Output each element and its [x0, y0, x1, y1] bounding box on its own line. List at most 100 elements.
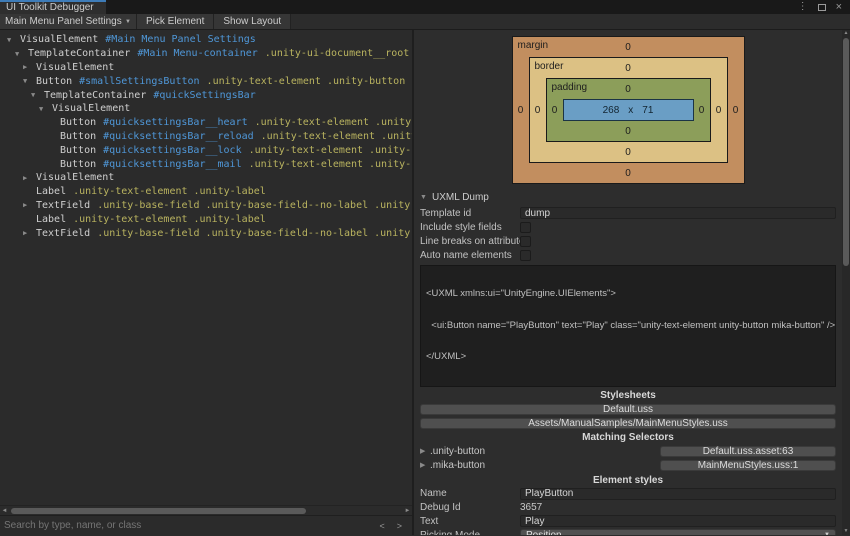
tree-row[interactable]: Button #quicksettingsBar__reload .unity-… — [0, 130, 412, 144]
margin-label: margin — [518, 40, 549, 51]
auto-name-checkbox[interactable] — [520, 250, 531, 261]
titlebar: UI Toolkit Debugger ⋮ × — [0, 0, 850, 14]
foldout-arrow-icon[interactable]: ▶ — [21, 63, 36, 71]
margin-bottom-value: 0 — [513, 163, 744, 183]
tree-row[interactable]: ▶ VisualElement — [0, 61, 412, 75]
debug-id-label: Debug Id — [420, 502, 520, 513]
tree-element-name: #smallSettingsButton — [79, 76, 199, 87]
tree-row[interactable]: ▼ Button #smallSettingsButton .unity-tex… — [0, 74, 412, 88]
border-right-value: 0 — [711, 78, 727, 142]
foldout-arrow-icon[interactable]: ▶ — [21, 201, 36, 209]
hscroll-thumb[interactable] — [11, 508, 306, 514]
tree-element-classes: .unity-text-element .unity-button .quick… — [207, 76, 412, 87]
line-breaks-checkbox[interactable] — [520, 236, 531, 247]
show-layout-button[interactable]: Show Layout — [214, 14, 291, 29]
scroll-up-icon[interactable]: ▲ — [842, 30, 850, 36]
tree-row[interactable]: Button #quicksettingsBar__mail .unity-te… — [0, 157, 412, 171]
tree-element-classes: .unity-text-element .unity-button — [261, 131, 412, 142]
selector-source-button[interactable]: Default.uss.asset:63 — [660, 446, 836, 457]
tree-row[interactable]: ▶ VisualElement — [0, 171, 412, 185]
stylesheet-button[interactable]: Assets/ManualSamples/MainMenuStyles.uss — [420, 418, 836, 429]
uxml-code-line: <ui:Button name="PlayButton" text="Play"… — [426, 321, 830, 332]
picking-mode-dropdown[interactable]: Position ▼ — [520, 529, 836, 535]
tree-element-type: Label — [36, 214, 66, 225]
foldout-arrow-icon[interactable]: ▼ — [420, 194, 432, 201]
scroll-left-icon[interactable]: ◄ — [0, 506, 9, 516]
tree-element-classes: .unity-base-field .unity-base-field--no-… — [97, 200, 412, 211]
line-breaks-label: Line breaks on attributes — [420, 236, 520, 247]
search-input[interactable] — [4, 520, 373, 531]
chevron-down-icon: ▼ — [125, 19, 131, 25]
inspector-content: margin 0 0 0 0 border 0 0 0 0 padding — [414, 30, 842, 535]
selector-row: ▶ .unity-button Default.uss.asset:63 — [420, 444, 836, 458]
hscroll-track[interactable] — [9, 506, 403, 515]
pick-element-button[interactable]: Pick Element — [137, 14, 214, 29]
search-next-button[interactable]: > — [391, 521, 408, 531]
element-tree: ▼ VisualElement #Main Menu Panel Setting… — [0, 30, 412, 505]
uxml-code-line: <UXML xmlns:ui="UnityEngine.UIElements"> — [426, 289, 830, 300]
uxml-code-box[interactable]: <UXML xmlns:ui="UnityEngine.UIElements">… — [420, 265, 836, 387]
scroll-down-icon[interactable]: ▼ — [842, 528, 850, 534]
scroll-right-icon[interactable]: ► — [403, 506, 412, 516]
horizontal-scrollbar[interactable]: ◄ ► — [0, 505, 412, 515]
panel-select-dropdown[interactable]: Main Menu Panel Settings ▼ — [0, 14, 137, 29]
tree-row[interactable]: ▼ VisualElement — [0, 102, 412, 116]
vscroll-thumb[interactable] — [843, 38, 849, 266]
debug-id-value: 3657 — [520, 502, 836, 513]
tree-row[interactable]: ▶ TextField .unity-base-field .unity-bas… — [0, 226, 412, 240]
content-height-value: 71 — [642, 105, 653, 116]
foldout-arrow-icon[interactable]: ▶ — [21, 229, 36, 237]
vertical-scrollbar[interactable]: ▲ ▼ — [842, 30, 850, 535]
foldout-arrow-icon[interactable]: ▼ — [37, 105, 52, 113]
border-left-value: 0 — [530, 78, 546, 142]
border-label: border — [535, 61, 564, 72]
foldout-arrow-icon[interactable]: ▶ — [21, 174, 36, 182]
padding-left-value: 0 — [547, 99, 563, 121]
uxml-dump-title: UXML Dump — [432, 192, 489, 203]
foldout-arrow-icon[interactable]: ▼ — [29, 91, 44, 99]
panel-select-label: Main Menu Panel Settings — [5, 16, 122, 27]
selector-name: .mika-button — [430, 460, 660, 471]
tree-row[interactable]: ▼ TemplateContainer #Main Menu-container… — [0, 47, 412, 61]
foldout-arrow-icon[interactable]: ▶ — [420, 447, 430, 455]
close-icon[interactable]: × — [836, 2, 842, 12]
name-row: Name — [420, 487, 836, 501]
padding-right-value: 0 — [694, 99, 710, 121]
tree-element-type: Button — [36, 76, 72, 87]
search-prev-button[interactable]: < — [373, 521, 390, 531]
tree-row[interactable]: Label .unity-text-element .unity-label — [0, 212, 412, 226]
kebab-menu-icon[interactable]: ⋮ — [798, 2, 808, 12]
tree-row[interactable]: Button #quicksettingsBar__heart .unity-t… — [0, 116, 412, 130]
hierarchy-panel: ▼ VisualElement #Main Menu Panel Setting… — [0, 30, 412, 535]
maximize-icon[interactable] — [818, 4, 826, 11]
tree-row[interactable]: ▶ TextField .unity-base-field .unity-bas… — [0, 199, 412, 213]
padding-bottom-value: 0 — [547, 121, 710, 141]
margin-left-value: 0 — [513, 57, 529, 163]
tree-row[interactable]: Button #quicksettingsBar__lock .unity-te… — [0, 143, 412, 157]
tree-row[interactable]: ▼ TemplateContainer #quickSettingsBar — [0, 88, 412, 102]
template-id-field[interactable] — [520, 207, 836, 219]
element-styles-header: Element styles — [420, 474, 836, 487]
tree-element-name: #quicksettingsBar__mail — [103, 159, 241, 170]
foldout-arrow-icon[interactable]: ▶ — [420, 461, 430, 469]
picking-mode-label: Picking Mode — [420, 530, 520, 535]
stylesheet-button[interactable]: Default.uss — [420, 404, 836, 415]
name-label: Name — [420, 488, 520, 499]
tree-element-type: VisualElement — [52, 103, 130, 114]
name-field[interactable] — [520, 488, 836, 500]
text-field[interactable] — [520, 515, 836, 527]
tree-element-name: #quickSettingsBar — [153, 90, 255, 101]
selector-source-button[interactable]: MainMenuStyles.uss:1 — [660, 460, 836, 471]
foldout-arrow-icon[interactable]: ▼ — [13, 50, 28, 58]
include-style-fields-checkbox[interactable] — [520, 222, 531, 233]
tree-row[interactable]: ▼ VisualElement #Main Menu Panel Setting… — [0, 33, 412, 47]
selector-name: .unity-button — [430, 446, 660, 457]
main-split: ▼ VisualElement #Main Menu Panel Setting… — [0, 30, 850, 535]
uxml-dump-foldout[interactable]: ▼ UXML Dump — [420, 191, 836, 203]
foldout-arrow-icon[interactable]: ▼ — [21, 77, 36, 85]
tab-ui-toolkit-debugger[interactable]: UI Toolkit Debugger — [0, 0, 106, 14]
tree-row[interactable]: Label .unity-text-element .unity-label — [0, 185, 412, 199]
tree-element-classes: .unity-text-element .unity-button — [255, 117, 412, 128]
tree-element-name: #quicksettingsBar__lock — [103, 145, 241, 156]
foldout-arrow-icon[interactable]: ▼ — [5, 36, 20, 44]
